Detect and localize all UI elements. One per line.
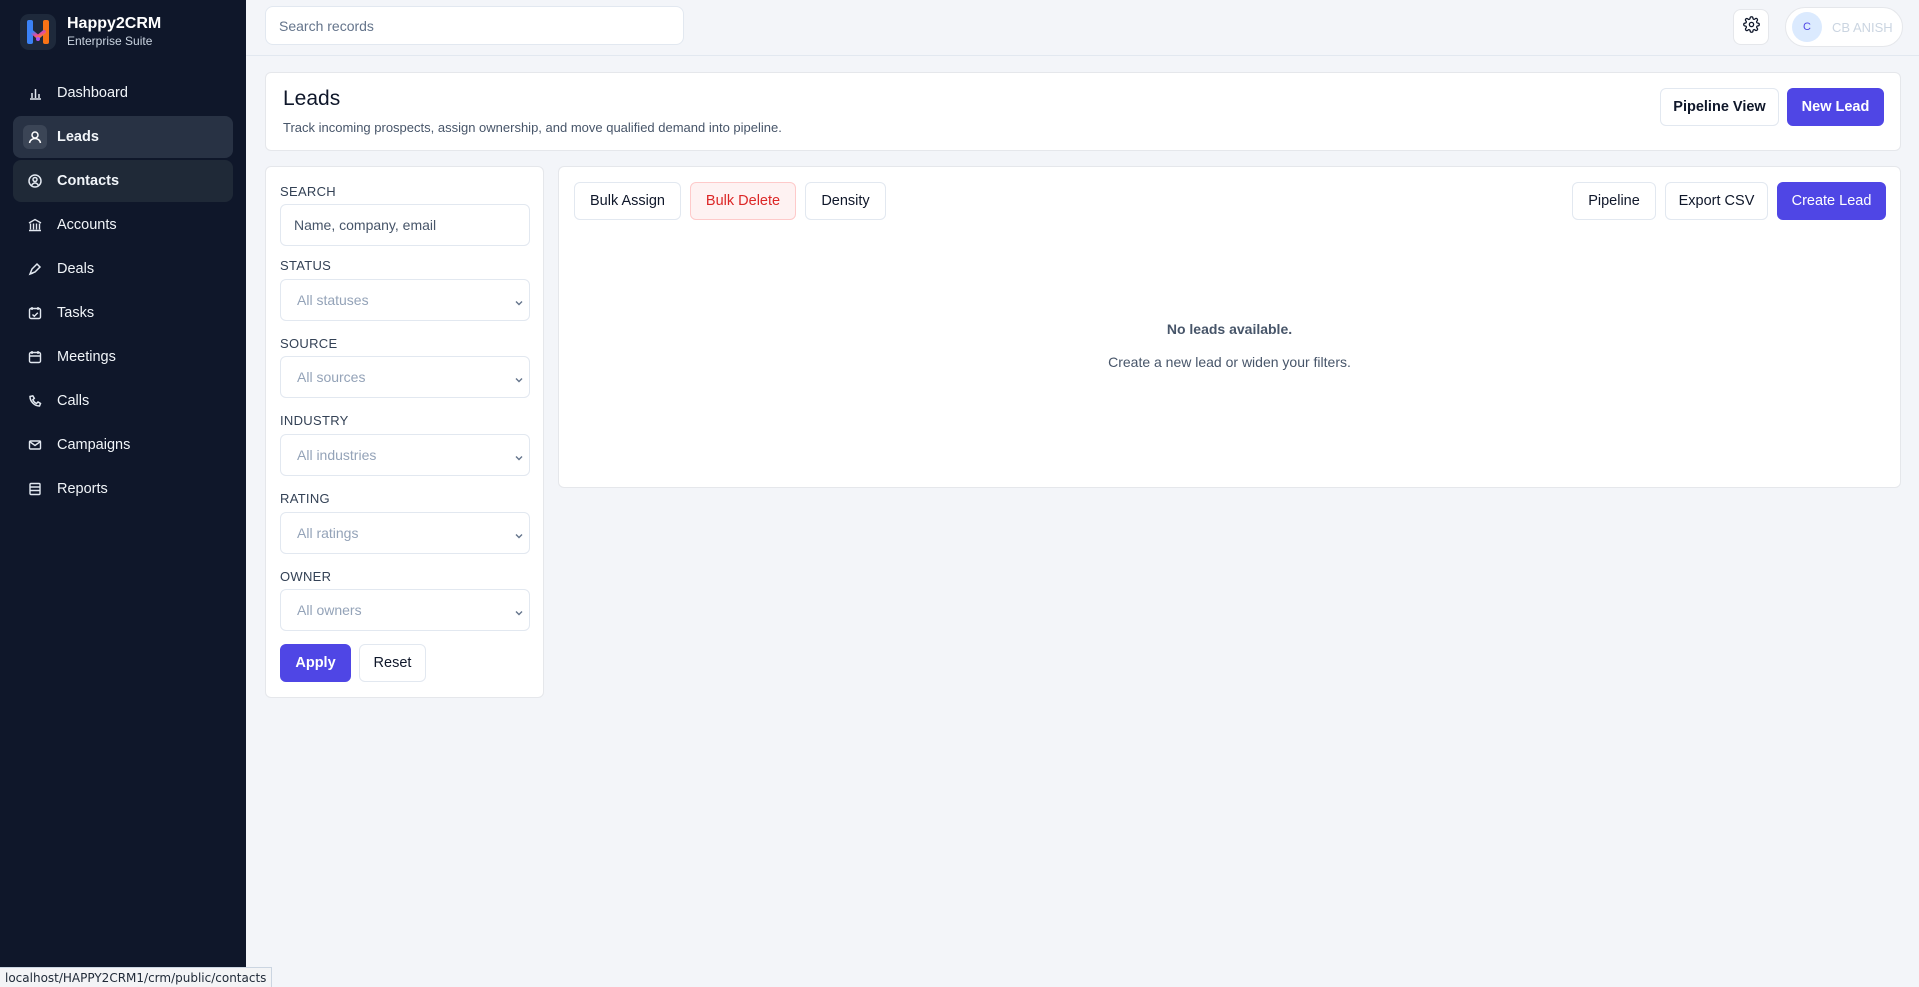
apply-filters-button[interactable]: Apply [280, 644, 351, 682]
empty-state-title: No leads available. [1166, 321, 1293, 337]
sidebar-item-label: Reports [57, 481, 108, 497]
export-csv-button[interactable]: Export CSV [1665, 182, 1768, 220]
owner-select-value: All owners [297, 602, 362, 618]
pipeline-button[interactable]: Pipeline [1572, 182, 1656, 220]
pen-icon [27, 261, 43, 277]
calendar-icon [27, 349, 43, 365]
sidebar-item-label: Campaigns [57, 437, 131, 453]
page-subtitle: Track incoming prospects, assign ownersh… [283, 120, 782, 135]
sidebar-item-leads[interactable]: Leads [13, 116, 233, 158]
brand[interactable]: Happy2CRM Enterprise Suite [0, 0, 246, 52]
leads-icon [23, 125, 47, 149]
sidebar-item-deals[interactable]: Deals [13, 248, 233, 290]
sidebar-item-label: Accounts [57, 217, 117, 233]
sidebar-item-label: Meetings [57, 349, 116, 365]
chevron-down-icon [514, 528, 524, 544]
happy2crm-logo [20, 14, 56, 50]
bulk-assign-button[interactable]: Bulk Assign [574, 182, 681, 220]
owner-filter-label: OWNER [280, 569, 332, 584]
user-name: CB ANISH [1832, 19, 1893, 35]
chevron-down-icon [514, 372, 524, 388]
sidebar-item-label: Dashboard [57, 85, 128, 101]
bulk-delete-button[interactable]: Bulk Delete [690, 182, 796, 220]
lead-search-input[interactable]: Name, company, email [280, 204, 530, 246]
leads-table-card: Bulk Assign Bulk Delete Density Pipeline… [558, 166, 1901, 488]
rating-select-value: All ratings [297, 525, 359, 541]
density-button[interactable]: Density [805, 182, 886, 220]
sidebar: Happy2CRM Enterprise Suite Dashboard Lea… [0, 0, 246, 987]
sidebar-item-accounts[interactable]: Accounts [13, 204, 233, 246]
brand-subtitle: Enterprise Suite [67, 34, 153, 48]
sidebar-item-meetings[interactable]: Meetings [13, 336, 233, 378]
industry-select[interactable]: All industries [280, 434, 530, 476]
global-search-input[interactable]: Search records [265, 6, 684, 45]
owner-select[interactable]: All owners [280, 589, 530, 631]
filters-panel: SEARCH Name, company, email STATUS All s… [265, 166, 544, 698]
pipeline-view-button[interactable]: Pipeline View [1660, 88, 1779, 126]
bar-chart-icon [27, 85, 43, 101]
source-select[interactable]: All sources [280, 356, 530, 398]
sidebar-item-calls[interactable]: Calls [13, 380, 233, 422]
sidebar-item-label: Contacts [57, 173, 120, 189]
report-icon [27, 481, 43, 497]
page-header: Leads Track incoming prospects, assign o… [265, 72, 1901, 151]
sidebar-item-label: Calls [57, 393, 90, 409]
sidebar-nav: Dashboard Leads Contacts Accounts Deals [0, 72, 246, 510]
sidebar-item-label: Deals [57, 261, 95, 277]
page-title: Leads [283, 87, 341, 110]
phone-icon [27, 393, 43, 409]
brand-name: Happy2CRM [67, 15, 162, 32]
empty-state-subtitle: Create a new lead or widen your filters. [1108, 354, 1351, 370]
source-select-value: All sources [297, 369, 366, 385]
status-select-value: All statuses [297, 292, 369, 308]
status-bar-url: localhost/HAPPY2CRM1/crm/public/contacts [0, 967, 273, 987]
sidebar-item-contacts[interactable]: Contacts [13, 160, 233, 202]
user-menu[interactable]: C CB ANISH [1785, 7, 1903, 47]
sidebar-item-dashboard[interactable]: Dashboard [13, 72, 233, 114]
status-filter-label: STATUS [280, 258, 332, 273]
sidebar-item-label: Leads [57, 129, 99, 145]
status-select[interactable]: All statuses [280, 279, 530, 321]
industry-select-value: All industries [297, 447, 377, 463]
sidebar-item-tasks[interactable]: Tasks [13, 292, 233, 334]
gear-icon [1742, 16, 1760, 38]
sidebar-item-campaigns[interactable]: Campaigns [13, 424, 233, 466]
new-lead-button[interactable]: New Lead [1787, 88, 1884, 126]
avatar: C [1792, 12, 1822, 42]
source-filter-label: SOURCE [280, 336, 338, 351]
rating-select[interactable]: All ratings [280, 512, 530, 554]
mail-icon [27, 437, 43, 453]
calendar-check-icon [27, 305, 43, 321]
topbar: Search records C CB ANISH [246, 0, 1919, 56]
reset-filters-button[interactable]: Reset [359, 644, 426, 682]
rating-filter-label: RATING [280, 491, 330, 506]
settings-button[interactable] [1733, 9, 1769, 45]
sidebar-item-label: Tasks [57, 305, 95, 321]
chevron-down-icon [514, 605, 524, 621]
create-lead-button[interactable]: Create Lead [1777, 182, 1886, 220]
chevron-down-icon [514, 295, 524, 311]
industry-filter-label: INDUSTRY [280, 413, 349, 428]
search-filter-label: SEARCH [280, 184, 336, 199]
sidebar-item-reports[interactable]: Reports [13, 468, 233, 510]
chevron-down-icon [514, 450, 524, 466]
bank-icon [27, 217, 43, 233]
user-circle-icon [27, 173, 43, 189]
